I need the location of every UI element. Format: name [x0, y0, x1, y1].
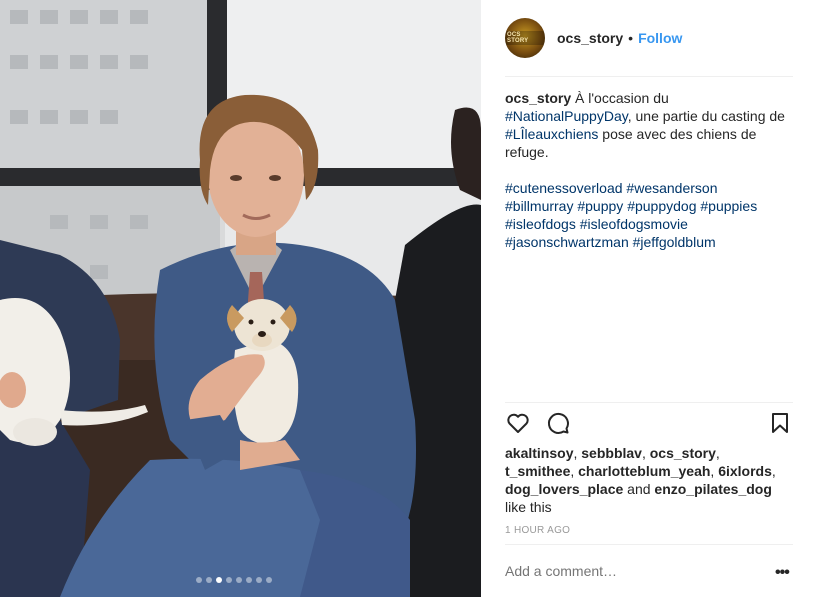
- hashtag[interactable]: #puppy: [577, 198, 623, 214]
- follow-button[interactable]: Follow: [638, 30, 682, 46]
- comment-divider: [505, 544, 793, 545]
- caption-text-1: À l'occasion du: [571, 90, 669, 106]
- carousel-dot: [206, 577, 212, 583]
- liker-username[interactable]: t_smithee: [505, 463, 570, 479]
- post-details-panel: OCS STORY ocs_story • Follow ocs_story À…: [481, 0, 816, 597]
- carousel-dot-active: [216, 577, 222, 583]
- liker-username[interactable]: sebbblav: [581, 445, 642, 461]
- liker-username[interactable]: 6ixlords: [718, 463, 772, 479]
- header-divider: [505, 76, 793, 77]
- caption-username[interactable]: ocs_story: [505, 90, 571, 106]
- header-separator: •: [628, 30, 634, 46]
- hashtag[interactable]: #isleofdogs: [505, 216, 576, 232]
- hashtag[interactable]: #wesanderson: [626, 180, 717, 196]
- hashtag[interactable]: #puppydog: [627, 198, 696, 214]
- hashtag[interactable]: #puppies: [700, 198, 757, 214]
- post-actions: [505, 410, 793, 438]
- carousel-indicator: [196, 577, 272, 583]
- avatar[interactable]: OCS STORY: [505, 18, 545, 58]
- carousel-dot: [266, 577, 272, 583]
- caption-hashtag[interactable]: #NationalPuppyDay: [505, 108, 628, 124]
- carousel-dot: [256, 577, 262, 583]
- hashtag[interactable]: #cutenessoverload: [505, 180, 623, 196]
- bookmark-icon[interactable]: [767, 410, 793, 436]
- caption-body: ocs_story À l'occasion du #NationalPuppy…: [505, 89, 793, 161]
- comment-input[interactable]: [505, 563, 755, 579]
- carousel-dot: [246, 577, 252, 583]
- carousel-dot: [236, 577, 242, 583]
- caption-text-2: , une partie du casting de: [627, 108, 785, 124]
- liker-username[interactable]: charlotteblum_yeah: [578, 463, 710, 479]
- carousel-dot: [196, 577, 202, 583]
- hashtag[interactable]: #isleofdogsmovie: [580, 216, 688, 232]
- actions-divider: [505, 402, 793, 403]
- likes-suffix: like this: [505, 499, 552, 515]
- likes-and: and: [623, 481, 655, 497]
- caption-hashtag[interactable]: #LÎleauxchiens: [505, 126, 598, 142]
- hashtag[interactable]: #jeffgoldblum: [633, 234, 716, 250]
- carousel-dot: [226, 577, 232, 583]
- post-photo[interactable]: [0, 0, 481, 597]
- comment-bubble-icon[interactable]: [545, 410, 571, 436]
- liker-username[interactable]: akaltinsoy: [505, 445, 573, 461]
- heart-icon[interactable]: [505, 410, 531, 436]
- post-timestamp[interactable]: 1 HOUR AGO: [505, 525, 570, 536]
- avatar-logo-text: OCS STORY: [505, 31, 545, 45]
- liker-username[interactable]: dog_lovers_place: [505, 481, 623, 497]
- likes-summary: akaltinsoy, sebbblav, ocs_story, t_smith…: [505, 445, 776, 515]
- post-header: OCS STORY ocs_story • Follow: [505, 16, 793, 60]
- hashtag[interactable]: #jasonschwartzman: [505, 234, 629, 250]
- more-options-icon[interactable]: •••: [775, 564, 790, 582]
- liker-username[interactable]: ocs_story: [650, 445, 716, 461]
- post-caption: ocs_story À l'occasion du #NationalPuppy…: [505, 89, 793, 251]
- hashtag-list: #cutenessoverload #wesanderson #billmurr…: [505, 179, 793, 251]
- header-username[interactable]: ocs_story: [557, 30, 623, 46]
- photo-illustration: [0, 0, 481, 597]
- liker-username[interactable]: enzo_pilates_dog: [654, 481, 771, 497]
- hashtag[interactable]: #billmurray: [505, 198, 573, 214]
